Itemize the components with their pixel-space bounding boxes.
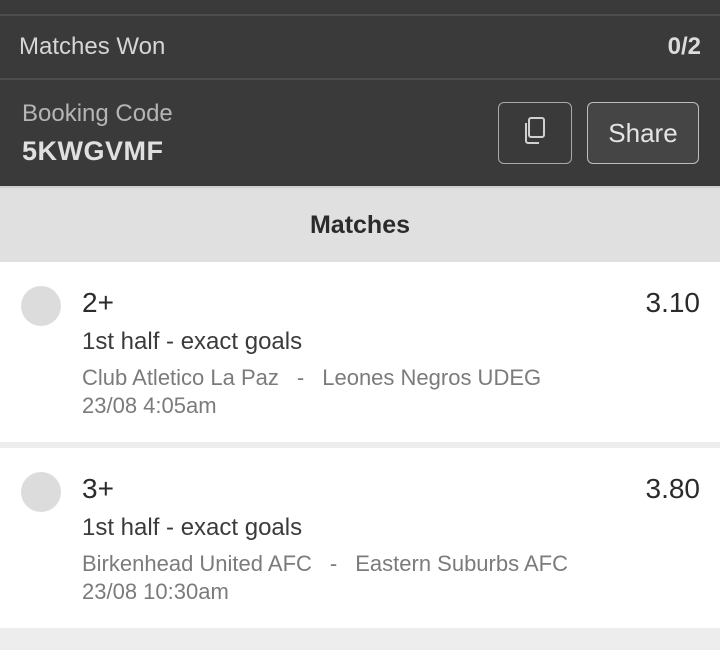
selection-pick: 2+ xyxy=(82,287,114,318)
matches-won-row: Matches Won 0/2 xyxy=(0,16,720,80)
booking-code-value: 5KWGVMF xyxy=(22,135,164,166)
share-button[interactable]: Share xyxy=(587,102,699,164)
teams-line: Birkenhead United AFC - Eastern Suburbs … xyxy=(82,551,700,577)
teams-line: Club Atletico La Paz - Leones Negros UDE… xyxy=(82,365,700,391)
kickoff-time: 23/08 4:05am xyxy=(82,393,217,418)
home-team: Club Atletico La Paz xyxy=(82,365,279,390)
booking-code-label: Booking Code xyxy=(22,99,173,127)
match-details: 3+ 1st half - exact goals Birkenhead Uni… xyxy=(82,473,700,605)
selection-pick: 3+ xyxy=(82,473,114,504)
match-details: 2+ 1st half - exact goals Club Atletico … xyxy=(82,287,700,419)
market-name: 1st half - exact goals xyxy=(82,514,303,541)
selection-odds: 3.80 xyxy=(645,473,701,504)
top-strip xyxy=(0,0,720,16)
matches-header: Matches xyxy=(0,186,720,262)
booking-actions: Share xyxy=(498,102,699,164)
copy-icon xyxy=(522,116,548,151)
copy-button[interactable] xyxy=(498,102,572,164)
teams-separator: - xyxy=(329,551,338,576)
booking-code-info: Booking Code 5KWGVMF xyxy=(22,100,173,167)
matches-won-label: Matches Won xyxy=(19,33,166,60)
selection-odds: 3.10 xyxy=(645,287,701,318)
away-team: Leones Negros UDEG xyxy=(322,365,542,390)
match-card[interactable]: 2+ 1st half - exact goals Club Atletico … xyxy=(0,262,720,442)
market-name: 1st half - exact goals xyxy=(82,328,303,355)
teams-separator: - xyxy=(296,365,305,390)
kickoff-time: 23/08 10:30am xyxy=(82,579,229,604)
match-card[interactable]: 3+ 1st half - exact goals Birkenhead Uni… xyxy=(0,448,720,628)
away-team: Eastern Suburbs AFC xyxy=(355,551,569,576)
booking-code-row: Booking Code 5KWGVMF Share xyxy=(0,80,720,186)
home-team: Birkenhead United AFC xyxy=(82,551,312,576)
pending-status-icon xyxy=(21,286,61,326)
pending-status-icon xyxy=(21,472,61,512)
matches-won-value: 0/2 xyxy=(667,33,701,60)
